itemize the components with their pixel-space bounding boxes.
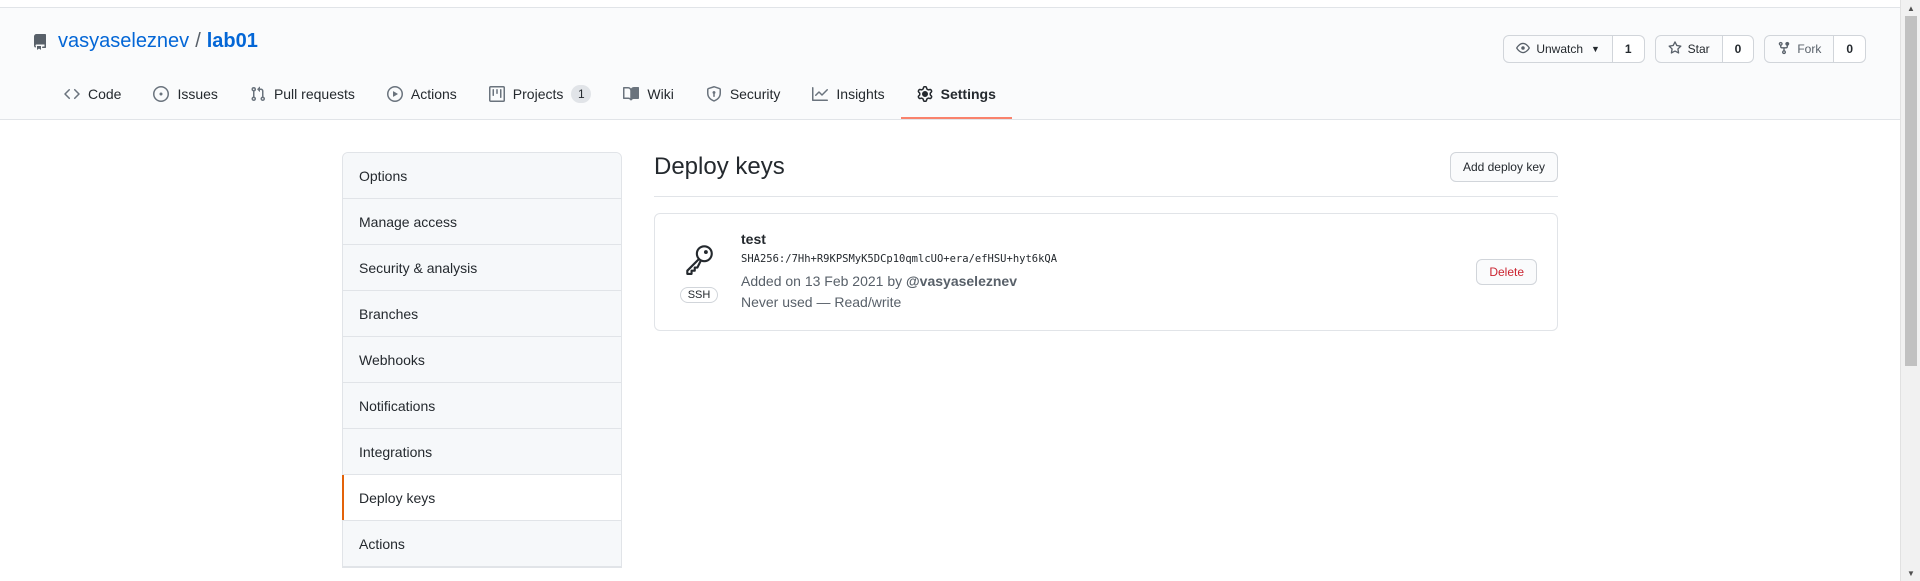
- menu-item-actions[interactable]: Actions: [343, 521, 621, 567]
- menu-item-notifications[interactable]: Notifications: [343, 383, 621, 429]
- fork-label: Fork: [1797, 42, 1822, 56]
- issue-icon: [153, 86, 170, 102]
- scroll-up-arrow-icon[interactable]: ▲: [1901, 0, 1920, 16]
- star-button[interactable]: Star: [1654, 35, 1723, 63]
- tab-label: Projects: [512, 86, 564, 102]
- eye-icon: [1516, 41, 1531, 58]
- key-added-text: Added on 13 Feb 2021 by: [741, 273, 907, 289]
- play-icon: [386, 86, 403, 102]
- graph-icon: [812, 86, 829, 102]
- tab-label: Actions: [410, 86, 457, 102]
- menu-item-deploy-keys[interactable]: Deploy keys: [342, 475, 621, 521]
- fork-count[interactable]: 0: [1834, 35, 1866, 63]
- star-count[interactable]: 0: [1722, 35, 1755, 63]
- tab-wiki[interactable]: Wiki: [607, 71, 689, 119]
- chevron-down-icon: ▼: [1591, 44, 1600, 54]
- deploy-key-item: SSH test SHA256:/7Hh+R9KPSMyK5DCp10qmlcU…: [654, 213, 1558, 331]
- top-strip: [0, 0, 1920, 8]
- key-added-info: Added on 13 Feb 2021 by @vasyaseleznev: [741, 271, 1476, 292]
- menu-item-integrations[interactable]: Integrations: [343, 429, 621, 475]
- tab-code[interactable]: Code: [48, 71, 137, 119]
- key-added-by-link[interactable]: @vasyaseleznev: [906, 273, 1017, 289]
- ssh-label: SSH: [679, 286, 719, 303]
- deploy-keys-section: Deploy keys Add deploy key SSH test SHA2…: [654, 152, 1558, 568]
- pull-request-icon: [250, 86, 266, 102]
- key-fingerprint: SHA256:/7Hh+R9KPSMyK5DCp10qmlcUO+era/efH…: [741, 253, 1058, 265]
- tab-label: Issues: [177, 86, 218, 102]
- tab-insights[interactable]: Insights: [796, 71, 900, 119]
- code-icon: [64, 86, 80, 102]
- menu-item-options[interactable]: Options: [343, 153, 621, 199]
- tab-label: Code: [88, 86, 122, 102]
- tab-label: Settings: [940, 86, 996, 102]
- settings-layout: Options Manage access Security & analysi…: [342, 152, 1558, 568]
- repo-icon: [32, 33, 48, 50]
- tab-label: Wiki: [647, 86, 674, 102]
- project-icon: [488, 86, 505, 102]
- tab-issues[interactable]: Issues: [137, 71, 233, 119]
- subhead: Deploy keys Add deploy key: [654, 152, 1558, 197]
- fork-group: Fork 0: [1764, 35, 1866, 63]
- book-icon: [623, 86, 640, 102]
- menu-item-webhooks[interactable]: Webhooks: [343, 337, 621, 383]
- key-icon-wrapper: SSH: [679, 242, 719, 303]
- key-title: test: [741, 231, 766, 247]
- repo-owner-link[interactable]: vasyaseleznev: [58, 30, 189, 53]
- tab-security[interactable]: Security: [690, 71, 797, 119]
- tab-label: Pull requests: [273, 86, 355, 102]
- gear-icon: [917, 86, 933, 102]
- key-info: test SHA256:/7Hh+R9KPSMyK5DCp10qmlcUO+er…: [741, 231, 1476, 313]
- unwatch-label: Unwatch: [1536, 42, 1583, 56]
- menu-item-manage-access[interactable]: Manage access: [343, 199, 621, 245]
- repo-header: vasyaseleznev / lab01 Unwatch ▼ 1 Star 0: [0, 8, 1920, 120]
- watch-group: Unwatch ▼ 1: [1503, 35, 1645, 63]
- tab-label: Security: [729, 86, 781, 102]
- star-label: Star: [1687, 42, 1710, 56]
- menu-item-security-analysis[interactable]: Security & analysis: [343, 245, 621, 291]
- tab-label: Insights: [836, 86, 885, 102]
- fork-icon: [1777, 41, 1791, 58]
- star-group: Star 0: [1654, 35, 1755, 63]
- tab-actions[interactable]: Actions: [371, 71, 473, 119]
- repo-title: vasyaseleznev / lab01: [32, 30, 258, 53]
- page-title: Deploy keys: [654, 153, 785, 180]
- tab-pull-requests[interactable]: Pull requests: [234, 71, 371, 119]
- repo-path-separator: /: [195, 30, 201, 52]
- fork-button[interactable]: Fork: [1764, 35, 1835, 63]
- scroll-thumb[interactable]: [1905, 16, 1917, 366]
- watch-count[interactable]: 1: [1612, 35, 1645, 63]
- shield-icon: [706, 86, 722, 102]
- repo-name-link[interactable]: lab01: [207, 30, 258, 53]
- projects-counter-badge: 1: [571, 85, 592, 103]
- add-deploy-key-button[interactable]: Add deploy key: [1449, 152, 1558, 182]
- star-icon: [1668, 40, 1682, 58]
- vertical-scrollbar[interactable]: ▲ ▼: [1900, 0, 1920, 581]
- repo-nav-tabs: Code Issues Pull requests Actions Projec…: [48, 71, 1012, 119]
- tab-projects[interactable]: Projects 1: [473, 71, 608, 119]
- menu-item-branches[interactable]: Branches: [343, 291, 621, 337]
- unwatch-button[interactable]: Unwatch ▼: [1503, 35, 1613, 63]
- key-icon: [682, 242, 716, 281]
- settings-menu: Options Manage access Security & analysi…: [342, 152, 622, 568]
- repo-actions: Unwatch ▼ 1 Star 0 Fork 0: [1503, 35, 1866, 63]
- key-usage: Never used — Read/write: [741, 294, 902, 310]
- delete-key-button[interactable]: Delete: [1476, 259, 1537, 285]
- scroll-down-arrow-icon[interactable]: ▼: [1901, 565, 1920, 581]
- tab-settings[interactable]: Settings: [900, 71, 1012, 119]
